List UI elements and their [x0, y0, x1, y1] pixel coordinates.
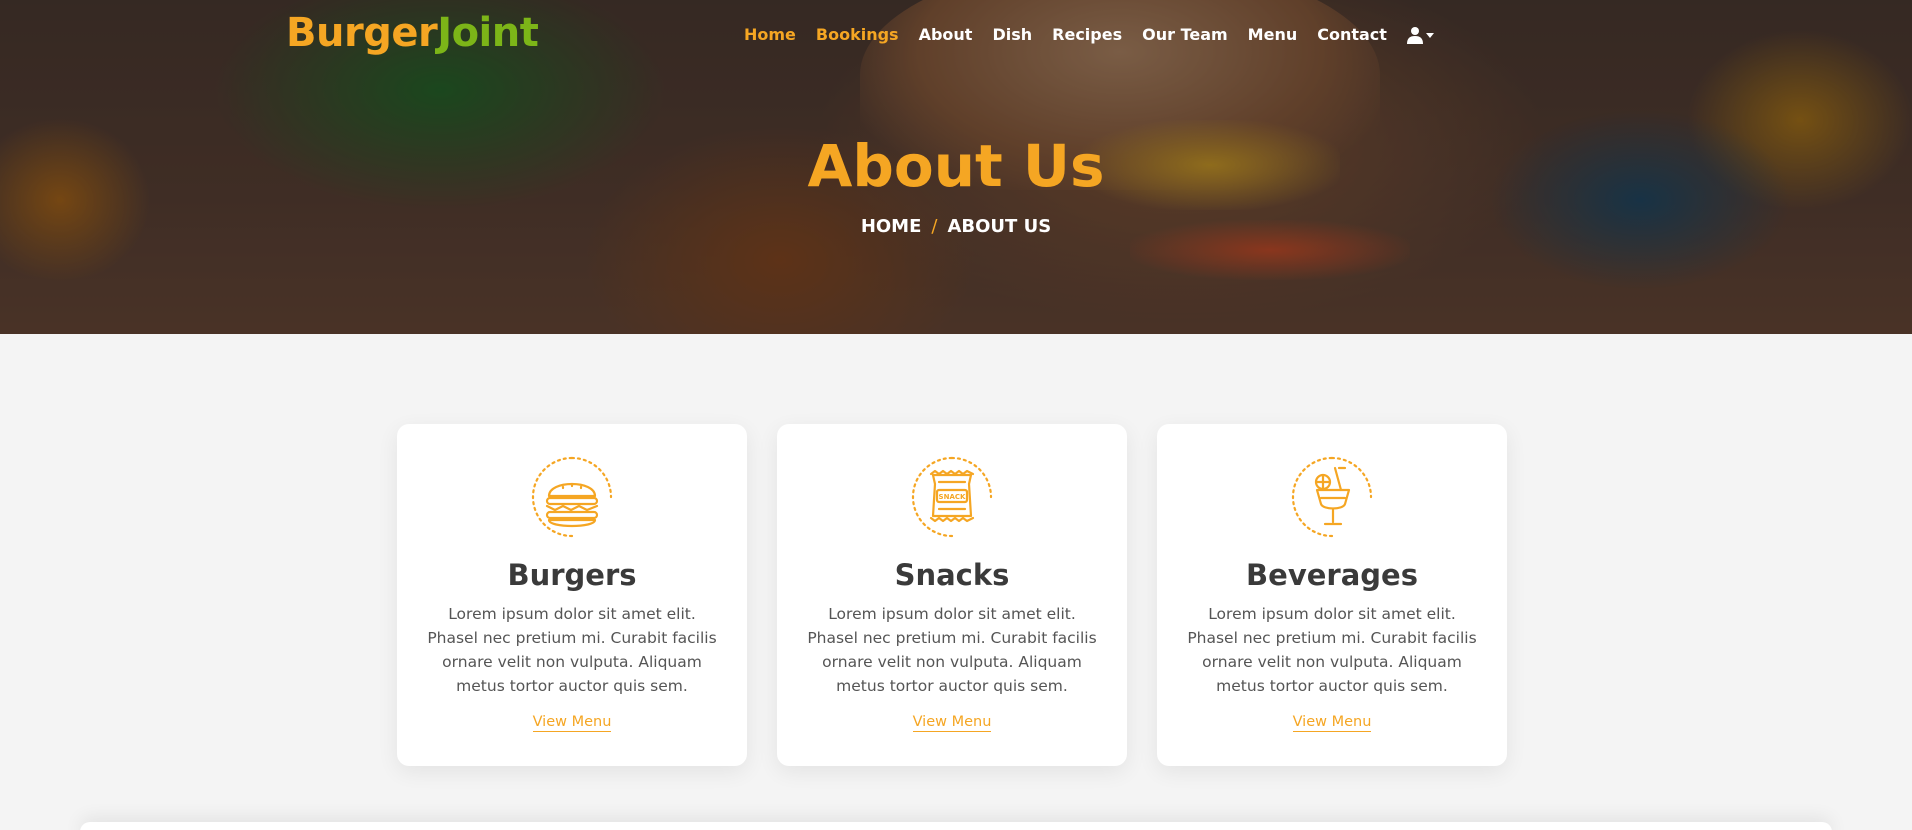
page-title: About Us — [807, 132, 1105, 200]
view-menu-link[interactable]: View Menu — [912, 714, 992, 732]
nav-menu[interactable]: Menu — [1248, 25, 1298, 44]
nav-home[interactable]: Home — [744, 25, 796, 44]
nav-contact[interactable]: Contact — [1317, 25, 1387, 44]
user-menu-toggle[interactable] — [1406, 26, 1434, 44]
card-description: Lorem ipsum dolor sit amet elit. Phasel … — [807, 605, 1097, 695]
card-burgers: Burgers Lorem ipsum dolor sit amet elit.… — [397, 424, 747, 766]
chevron-down-icon — [1425, 32, 1434, 38]
card-title: Snacks — [894, 558, 1010, 592]
nav-recipes[interactable]: Recipes — [1052, 25, 1122, 44]
nav-dish[interactable]: Dish — [992, 25, 1032, 44]
card-title: Beverages — [1246, 558, 1418, 592]
breadcrumb-home[interactable]: HOME — [861, 216, 922, 237]
card-beverages: Beverages Lorem ipsum dolor sit amet eli… — [1157, 424, 1507, 766]
breadcrumb-current: ABOUT US — [947, 216, 1052, 237]
view-menu-link[interactable]: View Menu — [532, 714, 612, 732]
card-description: Lorem ipsum dolor sit amet elit. Phasel … — [427, 605, 717, 695]
snack-icon-label: SNACK — [939, 493, 966, 501]
nav-our-team[interactable]: Our Team — [1142, 25, 1228, 44]
view-menu-link[interactable]: View Menu — [1292, 714, 1372, 732]
next-section-edge — [80, 822, 1832, 830]
brand-logo[interactable]: BurgerJoint — [286, 10, 539, 56]
nav-about[interactable]: About — [919, 25, 973, 44]
brand-logo-part1: Burger — [286, 10, 438, 56]
breadcrumb-separator: / — [931, 216, 938, 237]
breadcrumb: HOME / ABOUT US — [0, 216, 1912, 237]
category-cards: Burgers Lorem ipsum dolor sit amet elit.… — [397, 424, 1507, 766]
main-nav: Home Bookings About Dish Recipes Our Tea… — [744, 25, 1434, 44]
card-description: Lorem ipsum dolor sit amet elit. Phasel … — [1187, 605, 1477, 695]
burger-icon — [531, 456, 613, 538]
nav-bookings[interactable]: Bookings — [816, 25, 899, 44]
snack-icon: SNACK — [911, 456, 993, 538]
brand-logo-part2: Joint — [437, 10, 539, 56]
card-snacks: SNACK Snacks Lorem ipsum dolor sit amet … — [777, 424, 1127, 766]
beverage-icon — [1291, 456, 1373, 538]
user-icon — [1406, 26, 1423, 44]
card-title: Burgers — [507, 558, 637, 592]
